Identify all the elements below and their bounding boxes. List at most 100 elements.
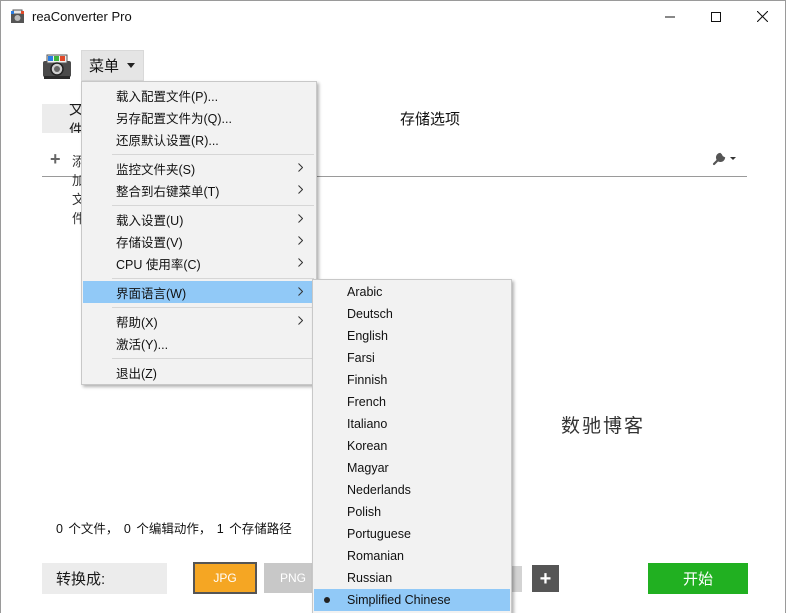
chevron-right-icon bbox=[298, 214, 303, 223]
language-label: Deutsch bbox=[347, 307, 393, 321]
menu-item-label: 帮助(X) bbox=[116, 315, 158, 330]
app-window: reaConverter Pro 菜单 文件 存储选项 + 添加文件 数驰博客 … bbox=[0, 0, 786, 613]
language-item-italiano[interactable]: Italiano bbox=[314, 413, 510, 435]
add-icon[interactable]: + bbox=[50, 150, 61, 168]
menu-item-label: 激活(Y)... bbox=[116, 337, 169, 352]
language-label: Italiano bbox=[347, 417, 388, 431]
add-format-button[interactable]: + bbox=[532, 565, 559, 592]
selected-bullet-icon bbox=[324, 597, 330, 603]
main-menu-label: 菜单 bbox=[89, 58, 120, 75]
language-item-french[interactable]: French bbox=[314, 391, 510, 413]
chevron-right-icon bbox=[298, 287, 303, 296]
menu-item-save-profile-as[interactable]: 另存配置文件为(Q)... bbox=[83, 106, 315, 128]
chevron-right-icon bbox=[298, 163, 303, 172]
language-label: Finnish bbox=[347, 373, 388, 387]
plus-icon: + bbox=[539, 567, 552, 590]
language-label: Romanian bbox=[347, 549, 404, 563]
language-item-magyar[interactable]: Magyar bbox=[314, 457, 510, 479]
tab-files[interactable]: 文件 bbox=[42, 104, 82, 133]
language-label: French bbox=[347, 395, 386, 409]
format-png-label: PNG bbox=[279, 571, 306, 585]
language-label: Arabic bbox=[347, 285, 383, 299]
chevron-down-icon bbox=[127, 63, 136, 68]
status-summary: 0 个文件， 0 个编辑动作， 1 个存储路径 bbox=[56, 522, 292, 536]
language-item-english[interactable]: English bbox=[314, 325, 510, 347]
language-item-portuguese[interactable]: Portuguese bbox=[314, 523, 510, 545]
main-menu-dropdown: 载入配置文件(P)... 另存配置文件为(Q)... 还原默认设置(R)... … bbox=[81, 81, 317, 385]
minimize-button[interactable] bbox=[647, 1, 693, 32]
convert-to-text: 转换成: bbox=[56, 571, 106, 588]
menu-item-label: 整合到右键菜单(T) bbox=[116, 184, 220, 199]
language-label: Korean bbox=[347, 439, 388, 453]
menu-item-help[interactable]: 帮助(X) bbox=[83, 310, 315, 332]
language-label: Simplified Chinese bbox=[347, 593, 451, 607]
menu-item-label: 载入设置(U) bbox=[116, 213, 184, 228]
menu-item-activate[interactable]: 激活(Y)... bbox=[83, 332, 315, 354]
app-icon bbox=[11, 9, 24, 23]
menu-item-save-settings[interactable]: 存储设置(V) bbox=[83, 230, 315, 252]
chevron-right-icon bbox=[298, 236, 303, 245]
minimize-icon bbox=[665, 16, 675, 17]
menu-separator bbox=[112, 307, 314, 308]
window-title: reaConverter Pro bbox=[32, 9, 132, 24]
format-jpg-button[interactable]: JPG bbox=[193, 562, 257, 594]
language-item-romanian[interactable]: Romanian bbox=[314, 545, 510, 567]
menu-item-load-profile[interactable]: 载入配置文件(P)... bbox=[83, 84, 315, 106]
close-button[interactable] bbox=[739, 1, 785, 32]
menu-item-restore-defaults[interactable]: 还原默认设置(R)... bbox=[83, 128, 315, 150]
menu-item-label: 还原默认设置(R)... bbox=[116, 133, 219, 148]
app-logo-icon bbox=[43, 54, 71, 79]
main-menu-button[interactable]: 菜单 bbox=[81, 50, 144, 81]
language-item-polish[interactable]: Polish bbox=[314, 501, 510, 523]
tab-save-options[interactable]: 存储选项 bbox=[353, 104, 507, 133]
close-icon bbox=[756, 11, 768, 22]
language-item-korean[interactable]: Korean bbox=[314, 435, 510, 457]
menu-item-label: 界面语言(W) bbox=[116, 286, 187, 301]
convert-to-label: 转换成: bbox=[42, 563, 167, 594]
language-label: Portuguese bbox=[347, 527, 411, 541]
format-jpg-label: JPG bbox=[213, 571, 237, 585]
menu-item-label: 载入配置文件(P)... bbox=[116, 89, 219, 104]
language-label: English bbox=[347, 329, 388, 343]
language-item-arabic[interactable]: Arabic bbox=[314, 281, 510, 303]
language-item-russian[interactable]: Russian bbox=[314, 567, 510, 589]
menu-item-interface-language[interactable]: 界面语言(W) bbox=[83, 281, 315, 303]
language-label: Russian bbox=[347, 571, 393, 585]
menu-separator bbox=[112, 278, 314, 279]
menu-item-exit[interactable]: 退出(Z) bbox=[83, 361, 315, 383]
menu-item-label: 存储设置(V) bbox=[116, 235, 183, 250]
language-item-nederlands[interactable]: Nederlands bbox=[314, 479, 510, 501]
menu-item-watch-folders[interactable]: 监控文件夹(S) bbox=[83, 157, 315, 179]
language-item-simplified-chinese[interactable]: Simplified Chinese bbox=[314, 589, 510, 611]
wrench-icon[interactable] bbox=[711, 150, 737, 166]
maximize-button[interactable] bbox=[693, 1, 739, 32]
language-label: Magyar bbox=[347, 461, 389, 475]
menu-item-cpu-usage[interactable]: CPU 使用率(C) bbox=[83, 252, 315, 274]
menu-item-label: 监控文件夹(S) bbox=[116, 162, 196, 177]
chevron-right-icon bbox=[298, 258, 303, 267]
language-submenu: Arabic Deutsch English Farsi Finnish Fre… bbox=[312, 279, 512, 613]
start-button[interactable]: 开始 bbox=[648, 563, 748, 594]
menu-item-load-settings[interactable]: 载入设置(U) bbox=[83, 208, 315, 230]
menu-item-label: 退出(Z) bbox=[116, 366, 157, 381]
format-button-partial[interactable] bbox=[512, 566, 522, 592]
chevron-right-icon bbox=[298, 316, 303, 325]
menu-item-label: CPU 使用率(C) bbox=[116, 257, 201, 272]
menu-separator bbox=[112, 205, 314, 206]
tab-save-options-label: 存储选项 bbox=[399, 111, 460, 128]
maximize-icon bbox=[711, 11, 721, 22]
language-label: Farsi bbox=[347, 351, 375, 365]
language-item-farsi[interactable]: Farsi bbox=[314, 347, 510, 369]
menu-item-label: 另存配置文件为(Q)... bbox=[116, 111, 232, 126]
watermark-text: 数驰博客 bbox=[561, 415, 646, 437]
start-button-label: 开始 bbox=[682, 571, 713, 588]
title-bar: reaConverter Pro bbox=[1, 1, 785, 32]
language-item-deutsch[interactable]: Deutsch bbox=[314, 303, 510, 325]
chevron-right-icon bbox=[298, 185, 303, 194]
language-label: Polish bbox=[347, 505, 382, 519]
language-item-finnish[interactable]: Finnish bbox=[314, 369, 510, 391]
menu-separator bbox=[112, 358, 314, 359]
menu-item-context-menu-integration[interactable]: 整合到右键菜单(T) bbox=[83, 179, 315, 201]
menu-separator bbox=[112, 154, 314, 155]
language-label: Nederlands bbox=[347, 483, 411, 497]
